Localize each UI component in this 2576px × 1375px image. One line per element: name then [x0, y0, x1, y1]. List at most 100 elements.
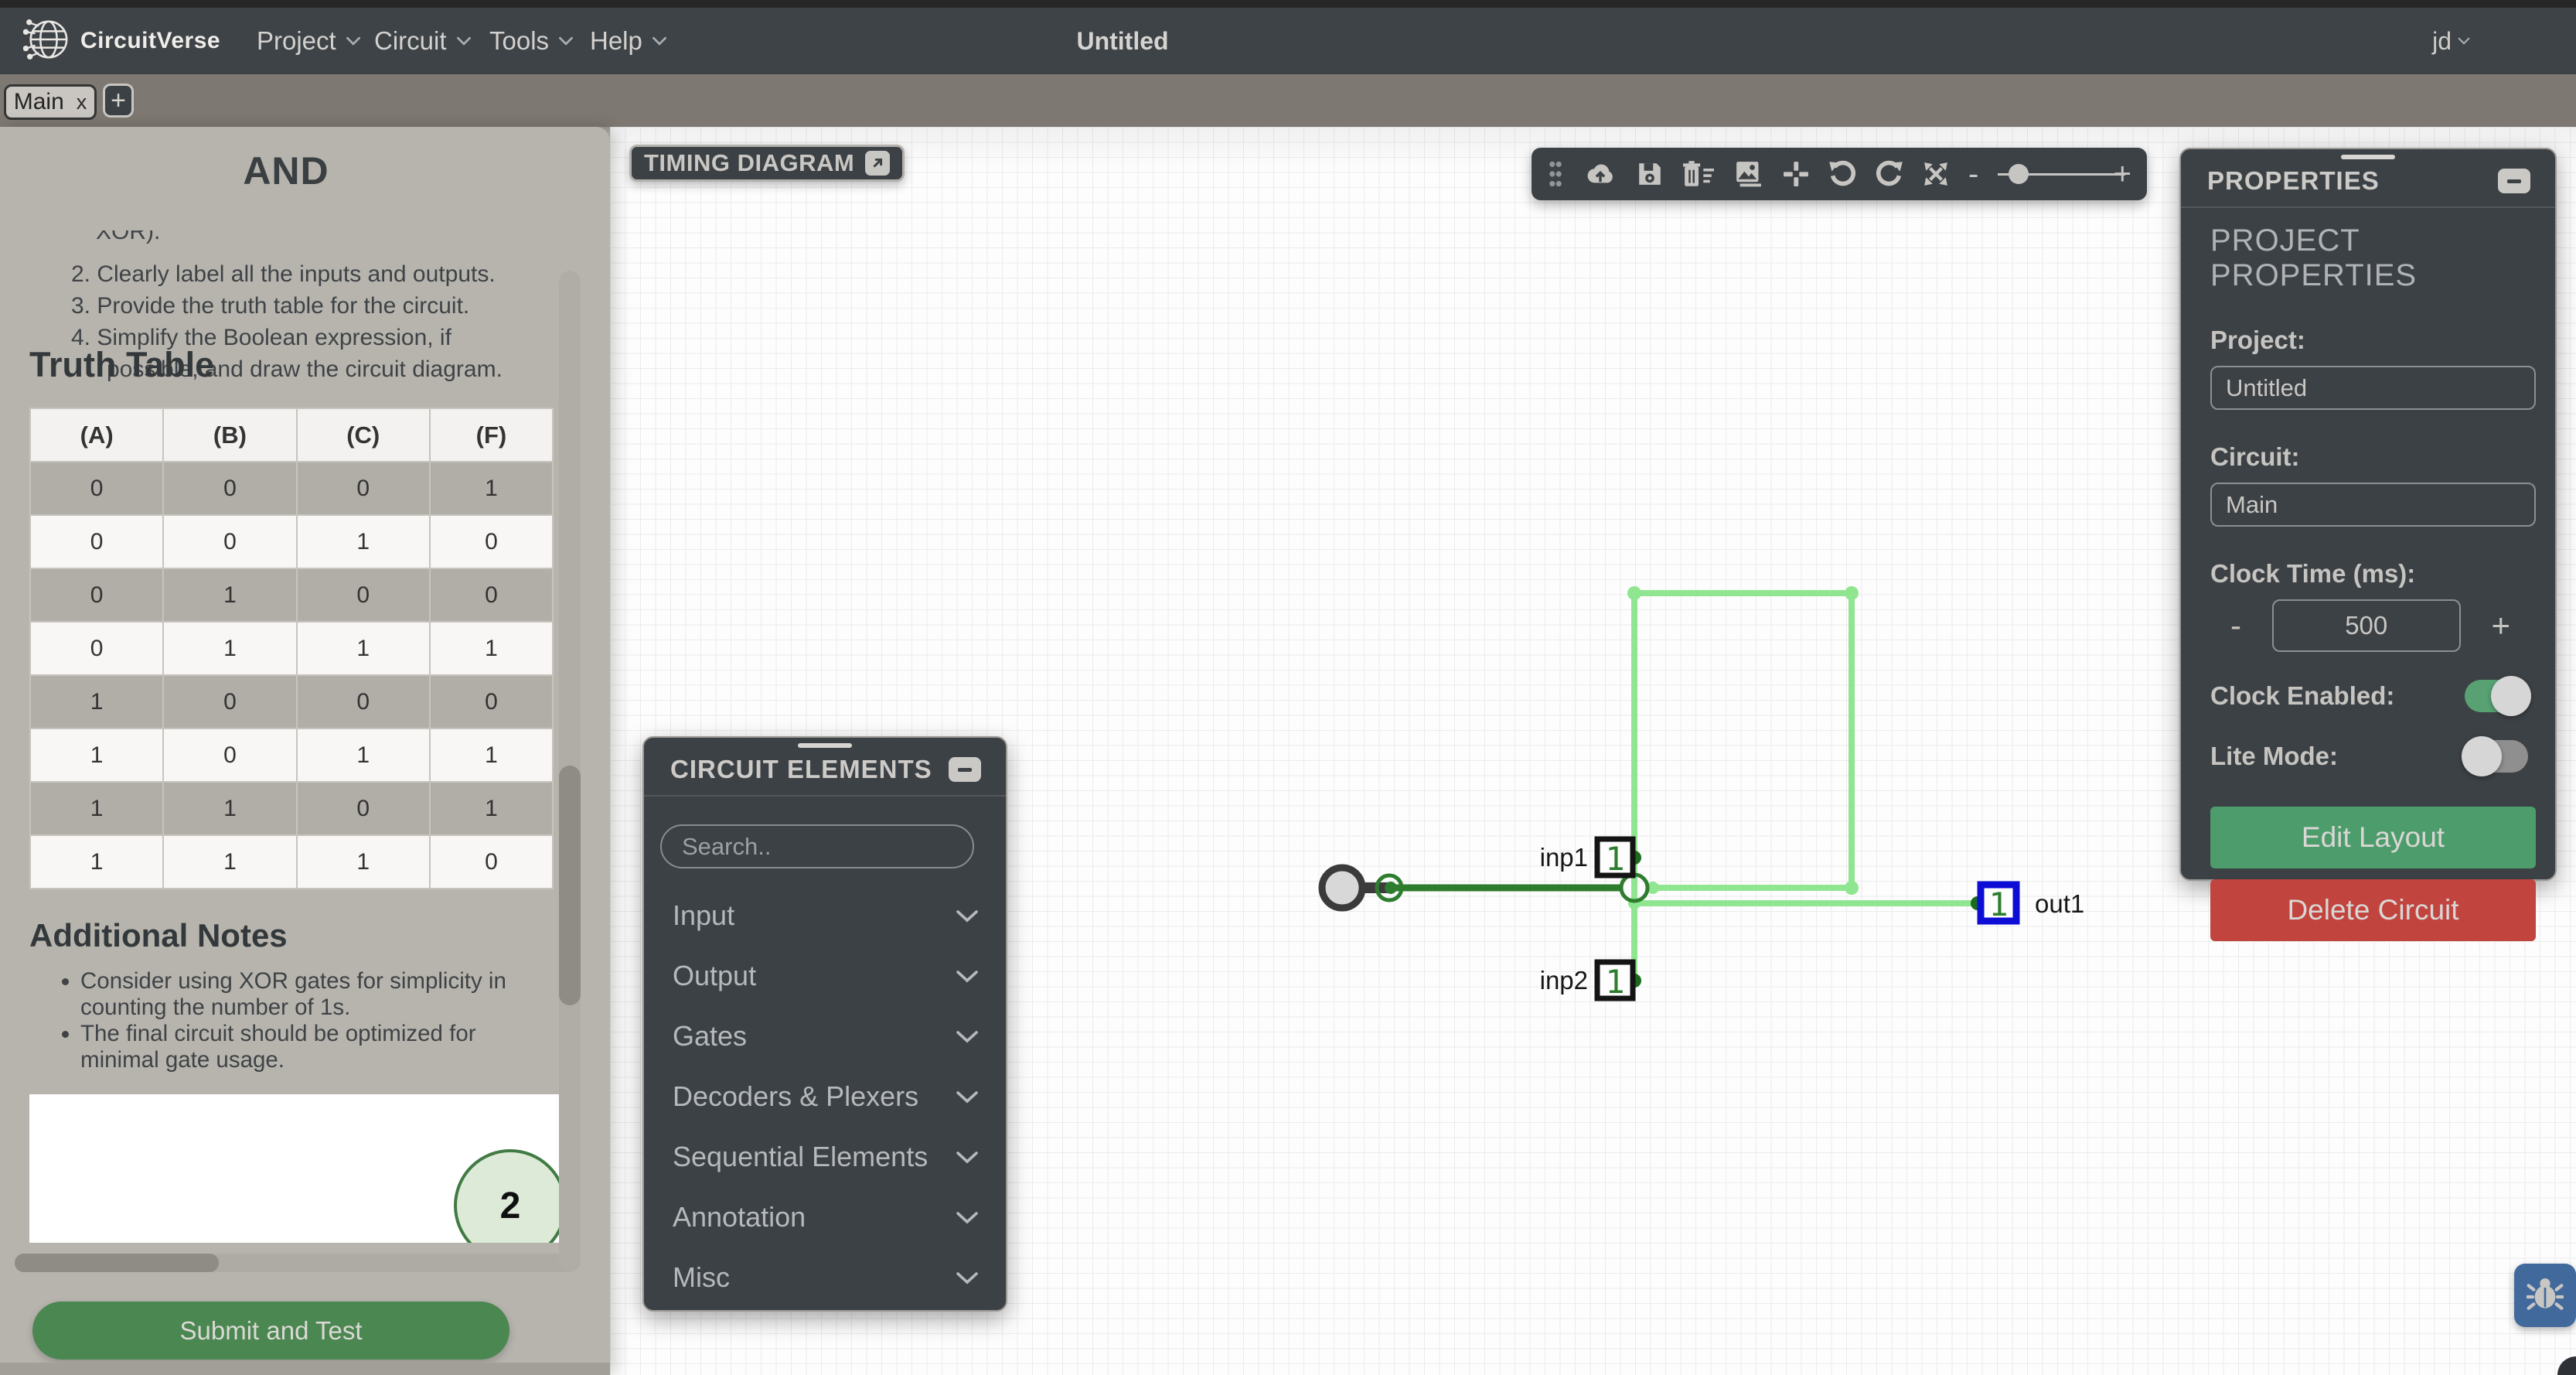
category-decoders-plexers[interactable]: Decoders & Plexers [644, 1066, 1006, 1127]
clock-time-stepper: - + [2181, 589, 2555, 652]
category-sequential-elements[interactable]: Sequential Elements [644, 1127, 1006, 1187]
brand-text: CircuitVerse [80, 28, 220, 54]
chevron-down-icon [2458, 37, 2470, 45]
navbar: CircuitVerse Project Circuit Tools Help … [0, 8, 2576, 74]
truth-table-row: 0001 [30, 462, 553, 515]
menu-tools[interactable]: Tools [489, 8, 574, 74]
scrollbar-thumb[interactable] [15, 1254, 219, 1272]
category-annotation[interactable]: Annotation [644, 1187, 1006, 1247]
truth-table: (A) (B) (C) (F) 0001 0010 0100 0111 1000… [29, 408, 554, 889]
notes-list: Consider using XOR gates for simplicity … [54, 968, 532, 1073]
drag-handle-icon[interactable] [1547, 158, 1564, 190]
zoom-slider-knob[interactable] [2009, 164, 2029, 184]
notes-title: Additional Notes [29, 917, 288, 954]
zoom-out-button[interactable]: - [1968, 159, 1978, 189]
minimize-button[interactable] [949, 757, 981, 782]
panel-drag-handle[interactable] [2341, 155, 2395, 159]
element-search-input[interactable] [660, 824, 974, 868]
chevron-down-icon [956, 909, 979, 923]
project-label: Project: [2181, 293, 2555, 355]
preview-node-badge: 2 [454, 1149, 567, 1243]
minimize-icon [2507, 179, 2521, 183]
expand-icon[interactable] [1923, 161, 1949, 187]
category-misc[interactable]: Misc [644, 1247, 1006, 1308]
chevron-down-icon [652, 36, 667, 46]
chevron-down-icon [956, 1211, 979, 1224]
report-bug-button[interactable] [2514, 1264, 2576, 1327]
chevron-down-icon [956, 1151, 979, 1164]
save-icon[interactable] [1637, 161, 1663, 187]
chevron-down-icon [456, 36, 472, 46]
tab-main[interactable]: Main x [4, 84, 97, 120]
truth-table-header: (B) [163, 408, 296, 462]
chevron-down-icon [956, 970, 979, 983]
truth-table-header-row: (A) (B) (C) (F) [30, 408, 553, 462]
zoom-slider[interactable] [1998, 164, 2094, 184]
sidebar-vertical-scrollbar[interactable] [559, 271, 581, 1272]
undo-icon[interactable] [1828, 160, 1856, 188]
category-input[interactable]: Input [644, 885, 1006, 946]
delete-circuit-button[interactable]: Delete Circuit [2210, 879, 2536, 941]
brand-link[interactable]: CircuitVerse [23, 8, 220, 74]
lite-mode-toggle[interactable] [2465, 740, 2528, 773]
minimize-button[interactable] [2498, 169, 2530, 193]
note-item: Consider using XOR gates for simplicity … [80, 968, 532, 1021]
chevron-down-icon [346, 36, 361, 46]
menu-help[interactable]: Help [590, 8, 667, 74]
cloud-upload-icon[interactable] [1583, 161, 1617, 187]
chevron-down-icon [558, 36, 574, 46]
circuit-name-input[interactable] [2210, 483, 2536, 527]
truth-table-row: 1000 [30, 675, 553, 728]
timing-diagram-button[interactable]: TIMING DIAGRAM [629, 145, 905, 182]
truth-table-row: 0100 [30, 568, 553, 622]
canvas-toolbar: - + [1532, 148, 2147, 200]
decrement-button[interactable]: - [2230, 609, 2241, 642]
circuitverse-logo-icon [23, 15, 71, 67]
add-circuit-button[interactable]: + [103, 84, 134, 118]
clock-time-label: Clock Time (ms): [2181, 527, 2555, 589]
clipped-instruction-line: XOR). [96, 230, 160, 251]
clock-enabled-row: Clock Enabled: [2181, 652, 2555, 712]
category-gates[interactable]: Gates [644, 1006, 1006, 1066]
open-in-new-icon [865, 151, 890, 176]
preview-horizontal-scrollbar[interactable] [15, 1254, 578, 1272]
circuit-tabbar: Main x + [0, 74, 2576, 127]
export-image-icon[interactable] [1734, 161, 1763, 187]
menu-circuit[interactable]: Circuit [374, 8, 472, 74]
element-categories: Input Output Gates Decoders & Plexers Se… [644, 885, 1006, 1308]
submit-and-test-button[interactable]: Submit and Test [32, 1302, 509, 1360]
question-sidebar: AND XOR). 2. Clearly label all the input… [0, 127, 610, 1375]
truth-table-row: 0010 [30, 515, 553, 568]
tab-close-icon[interactable]: x [77, 90, 87, 114]
fit-to-screen-icon[interactable] [1783, 161, 1809, 187]
circuit-label: Circuit: [2181, 410, 2555, 472]
truth-table-row: 1011 [30, 728, 553, 782]
sidebar-bottom-strip [0, 1363, 610, 1375]
user-menu[interactable]: jd [2432, 8, 2470, 74]
truth-table-row: 0111 [30, 622, 553, 675]
redo-icon[interactable] [1876, 160, 1903, 188]
section-title: PROJECT PROPERTIES [2181, 208, 2555, 293]
increment-button[interactable]: + [2491, 609, 2510, 642]
project-name-input[interactable] [2210, 366, 2536, 410]
panel-drag-handle[interactable] [798, 743, 852, 748]
chevron-down-icon [956, 1271, 979, 1285]
toggle-knob [2462, 736, 2502, 776]
clock-enabled-label: Clock Enabled: [2210, 681, 2394, 711]
divider [644, 795, 1006, 797]
project-title: Untitled [987, 8, 1258, 74]
panel-title: PROPERTIES [2207, 166, 2380, 196]
toggle-knob [2491, 676, 2531, 716]
clock-enabled-toggle[interactable] [2465, 680, 2528, 712]
bug-icon [2527, 1275, 2564, 1316]
scrollbar-thumb[interactable] [559, 766, 581, 1005]
panel-title: CIRCUIT ELEMENTS [670, 755, 932, 784]
truth-table-title: Truth Table [29, 345, 214, 385]
truth-table-row: 1101 [30, 782, 553, 835]
clock-time-input[interactable] [2272, 599, 2461, 652]
menu-project[interactable]: Project [257, 8, 361, 74]
delete-icon[interactable] [1682, 161, 1715, 187]
window-top-strip [0, 0, 2576, 8]
edit-layout-button[interactable]: Edit Layout [2210, 807, 2536, 868]
category-output[interactable]: Output [644, 946, 1006, 1006]
